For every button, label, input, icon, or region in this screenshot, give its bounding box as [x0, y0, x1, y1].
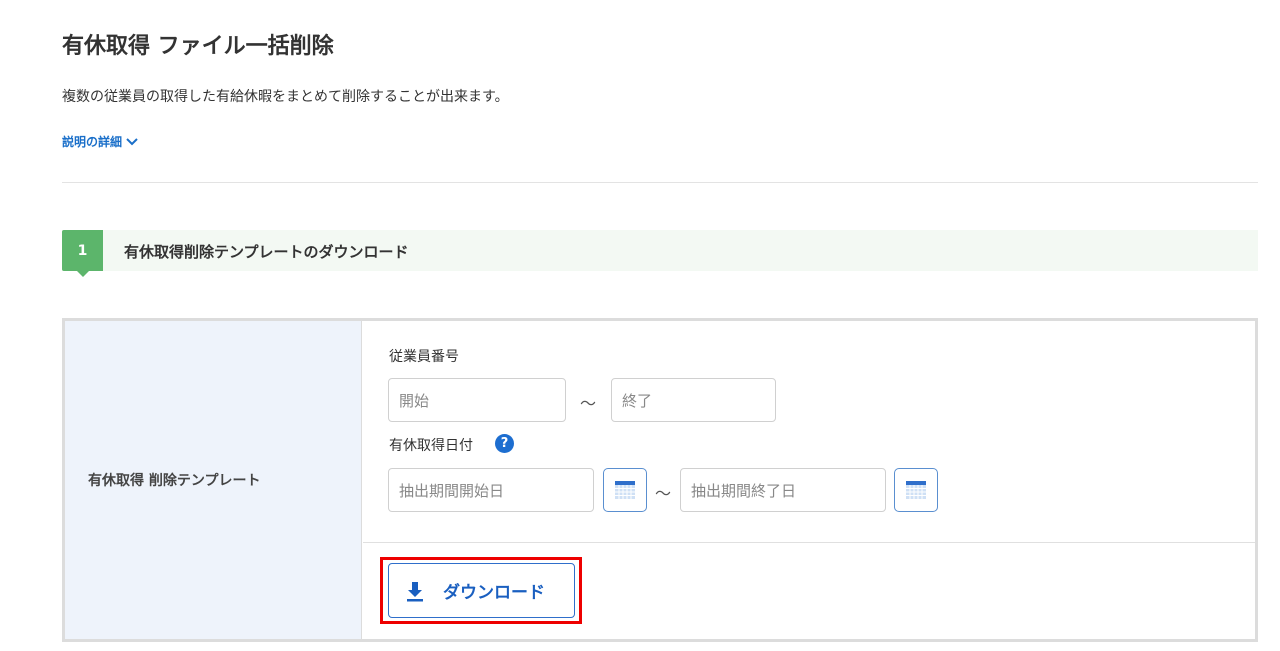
calendar-icon — [615, 481, 635, 499]
badge-pointer — [77, 271, 89, 277]
date-range-separator: ～ — [655, 484, 672, 503]
date-start-calendar-button[interactable] — [603, 468, 647, 512]
divider — [363, 542, 1255, 543]
step-number-badge: 1 — [62, 230, 103, 271]
range-separator: ～ — [580, 394, 597, 413]
download-button[interactable]: ダウンロード — [388, 563, 575, 618]
download-icon — [407, 581, 423, 601]
calendar-icon — [906, 481, 926, 499]
page-title: 有休取得 ファイル一括削除 — [62, 34, 334, 59]
date-label: 有休取得日付 — [389, 438, 473, 454]
details-label: 説明の詳細 — [62, 135, 123, 149]
employee-start-input[interactable]: 開始 — [388, 378, 566, 422]
employee-number-label: 従業員番号 — [389, 349, 459, 365]
date-start-input[interactable]: 抽出期間開始日 — [388, 468, 594, 512]
page-description: 複数の従業員の取得した有給休暇をまとめて削除することが出来ます。 — [62, 89, 509, 105]
download-label: ダウンロード — [443, 583, 545, 603]
step-title: 有休取得削除テンプレートのダウンロード — [124, 243, 409, 261]
chevron-down-icon — [126, 137, 138, 145]
divider — [62, 182, 1258, 183]
date-end-calendar-button[interactable] — [894, 468, 938, 512]
date-end-input[interactable]: 抽出期間終了日 — [680, 468, 886, 512]
row-label: 有休取得 削除テンプレート — [88, 473, 261, 489]
employee-end-input[interactable]: 終了 — [611, 378, 776, 422]
help-icon[interactable]: ? — [495, 434, 514, 453]
details-toggle[interactable]: 説明の詳細 — [62, 133, 138, 150]
